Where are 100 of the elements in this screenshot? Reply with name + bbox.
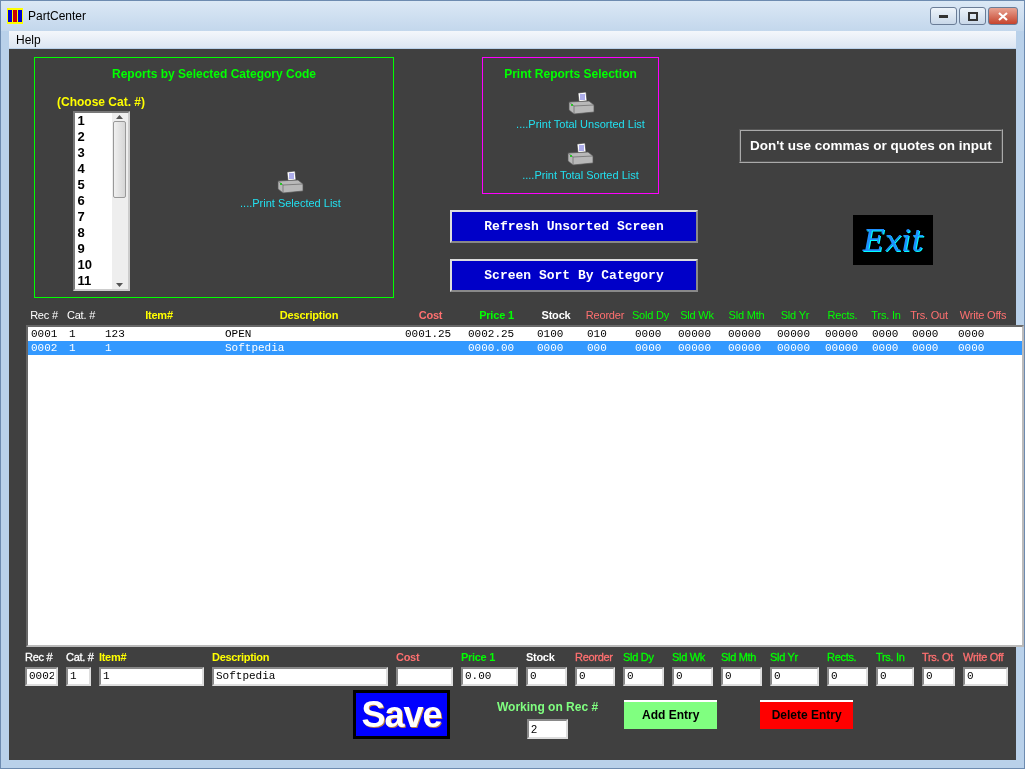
list-item[interactable]: 8 [77,225,112,241]
column-header: Sld Wk [679,307,715,323]
field-label: Sld Yr [770,650,799,665]
column-header: Sld Mth [727,307,766,323]
field-label: Write Off [963,650,1005,665]
working-record-field[interactable]: 2 [527,718,569,739]
field-label: Item# [99,650,128,665]
input-field[interactable]: 1 [99,666,204,686]
table-cell-text: 1 [68,341,77,355]
table-cell-text: 0002 [30,341,59,355]
group-title: Print Reports Selection [504,66,637,83]
column-header: Description [278,307,340,323]
print-link[interactable]: ....Print Total Unsorted List [516,116,645,133]
list-item[interactable]: 10 [77,257,112,273]
field-label: Rects. [827,650,858,665]
list-item[interactable]: 11 [77,273,112,289]
list-item[interactable]: 9 [77,241,112,257]
field-label: Cost [396,650,421,665]
table-cell-text: 0002.25 [467,327,516,341]
table-cell-text: 000 [586,341,608,355]
group-title: Reports by Selected Category Code [110,66,318,83]
table-cell-text: 0000 [871,341,900,355]
minimize-icon [939,14,948,18]
column-header: Cost [417,307,444,323]
table-cell-text: 0100 [536,327,565,341]
field-label: Price 1 [461,650,496,665]
field-label: Trs. In [876,650,906,665]
table-cell-text: 0000 [634,341,663,355]
table-cell-text: 00000 [824,327,859,341]
printer-icon [275,171,306,195]
field-label: Rec # [25,650,54,665]
table-cell-text: 1 [104,341,113,355]
menu-item[interactable]: Help [9,30,48,49]
column-header: Reorder [584,307,626,323]
window-title: PartCenter [28,8,87,25]
table-cell-text: 0000 [957,341,986,355]
working-record-label: Working on Rec # [497,698,599,716]
list-item[interactable]: 2 [77,129,112,145]
field-label: Sld Wk [672,650,707,665]
input-field[interactable]: 0 [770,666,819,686]
minimize-button[interactable] [930,7,957,25]
input-field[interactable]: 0 [922,666,955,686]
table-cell-text: OPEN [224,327,253,341]
table-cell-text: 00000 [727,341,762,355]
column-header: Cat. # [65,307,97,323]
input-field[interactable]: 0.00 [461,666,518,686]
exit-button[interactable]: Exit [853,215,933,266]
input-field[interactable]: 0 [672,666,713,686]
column-header: Write Offs [958,307,1008,323]
list-item[interactable]: 4 [77,161,112,177]
column-header: Rects. [826,307,859,323]
table-cell-text: 0000 [871,327,900,341]
column-header: Trs. Out [909,307,949,323]
maximize-button[interactable] [959,7,986,25]
table-cell-text: 123 [104,327,126,341]
field-label: Reorder [575,650,614,665]
app-icon [7,8,23,24]
table-cell-text: 0000 [911,341,940,355]
save-button[interactable]: Save [353,689,450,739]
column-header: Price 1 [478,307,515,323]
list-item[interactable]: 7 [77,209,112,225]
list-item[interactable]: 1 [77,113,112,129]
input-field[interactable]: 0002 [25,666,58,686]
column-header: Item# [144,307,174,323]
input-field[interactable]: 0 [721,666,762,686]
input-field[interactable]: 0 [526,666,567,686]
input-field[interactable] [396,666,453,686]
category-listbox[interactable]: 1 2 3 4 5 6 7 8 9 10 11 [72,111,130,291]
scroll-down-icon[interactable] [116,283,123,287]
table-cell-text: 1 [68,327,77,341]
screen-button[interactable]: Screen Sort By Category [450,259,698,292]
input-field[interactable]: 0 [575,666,615,686]
table-cell-text: 010 [586,327,608,341]
list-item[interactable]: 6 [77,193,112,209]
print-link[interactable]: ....Print Total Sorted List [522,166,639,183]
screen-button[interactable]: Refresh Unsorted Screen [450,210,698,243]
input-field[interactable]: 0 [876,666,914,686]
close-button[interactable] [988,7,1018,25]
scroll-up-icon[interactable] [116,115,123,119]
column-header: Stock [540,307,572,323]
table-cell-text: 0001.25 [404,327,453,341]
table-cell-text: 0000 [957,327,986,341]
column-header: Sld Yr [779,307,811,323]
list-item[interactable]: 5 [77,177,112,193]
table-cell-text: Softpedia [224,341,286,355]
scrollbar[interactable] [111,113,128,289]
list-item[interactable]: 3 [77,145,112,161]
column-header: Rec # [29,307,59,323]
input-field[interactable]: 0 [623,666,664,686]
input-field[interactable]: Softpedia [212,666,388,686]
input-field[interactable]: 0 [827,666,868,686]
print-link[interactable]: ....Print Selected List [240,195,341,212]
input-field[interactable]: 1 [66,666,91,686]
table-cell-text: 00000 [776,327,811,341]
add-entry-button[interactable]: Add Entry [624,699,718,729]
printer-icon [565,142,596,167]
table-cell-text: 00000 [727,327,762,341]
table-row[interactable]: 0001 1 123 OPEN 0001.25 0002.25 0100 010 0000 00000 00000 00000 00000 0000 0000 0000 [28,327,1022,341]
delete-entry-button[interactable]: Delete Entry [760,699,854,729]
input-field[interactable]: 0 [963,666,1008,686]
